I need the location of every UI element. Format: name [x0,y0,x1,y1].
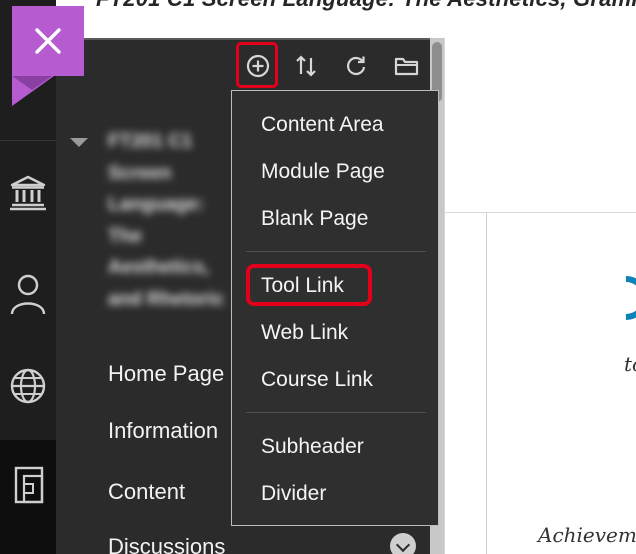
refresh-button[interactable] [338,47,374,85]
dropdown-item-subheader[interactable]: Subheader [261,435,364,459]
rail-separator [0,140,56,141]
close-menu-button[interactable] [12,6,84,76]
dropdown-item-divider[interactable]: Divider [261,482,326,506]
globe-icon[interactable] [8,366,48,406]
content-box [486,213,636,554]
course-tree-toggle-icon[interactable] [70,138,88,147]
refresh-icon [346,56,366,76]
courses-icon[interactable] [8,464,48,504]
institution-icon[interactable] [8,172,48,212]
page-title: FT201 C1 Screen Language: The Aesthetics… [96,0,636,12]
course-menu-item-home-page[interactable]: Home Page [108,361,230,387]
dropdown-item-module-page[interactable]: Module Page [261,160,385,184]
course-name[interactable]: FT201 C1 Screen Language: The Aesthetics… [108,126,230,316]
dropdown-item-blank-page[interactable]: Blank Page [261,207,368,231]
dropdown-divider [246,251,426,252]
user-icon[interactable] [8,272,48,315]
close-icon [35,28,61,54]
add-menu-item-button[interactable] [236,42,278,88]
chevron-down-icon[interactable] [390,533,416,554]
dropdown-item-content-area[interactable]: Content Area [261,113,384,137]
dropdown-item-web-link[interactable]: Web Link [261,321,348,345]
course-menu-item-content[interactable]: Content [108,479,230,505]
folder-icon [394,57,419,76]
add-circle-icon [246,54,270,78]
content-fragment-to: to [624,352,636,376]
add-menu-item-dropdown: Content Area Module Page Blank Page Tool… [231,90,439,526]
sort-arrows-icon [296,55,316,77]
dropdown-item-course-link[interactable]: Course Link [261,368,373,392]
page-title-bar: FT201 C1 Screen Language: The Aesthetics… [0,0,636,42]
manage-folders-button[interactable] [388,47,424,85]
dropdown-item-tool-link[interactable]: Tool Link [261,274,344,298]
dropdown-divider [246,412,426,413]
content-fragment-achievement: Achievem [538,523,636,547]
reorder-button[interactable] [288,47,324,85]
course-menu-item-information[interactable]: Information [108,418,230,444]
course-menu-item-discussions[interactable]: Discussions [108,534,230,554]
